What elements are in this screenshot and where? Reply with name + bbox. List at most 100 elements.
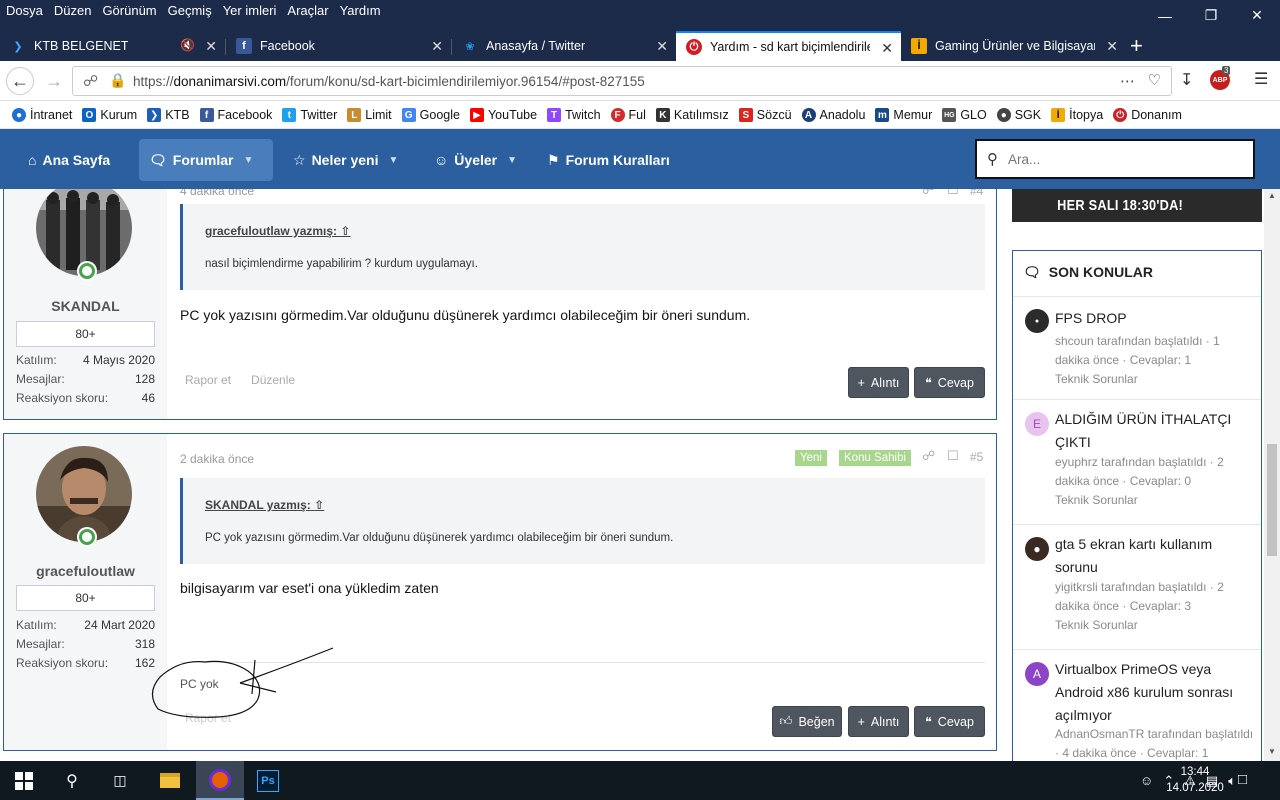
tab-label: Facebook (260, 39, 315, 53)
system-clock[interactable]: 13:44 14.07.2020 (1160, 764, 1230, 796)
notifications-icon[interactable]: □ (1238, 771, 1247, 788)
scrollbar-thumb[interactable] (1267, 444, 1277, 556)
bookmark-katilimsiz[interactable]: K Katılımsız (655, 108, 729, 122)
avatar[interactable]: ● (1025, 537, 1049, 561)
menu-file[interactable]: Dosya (6, 3, 43, 18)
shield-icon[interactable]: ☍ (83, 72, 98, 90)
bookmark-ful[interactable]: F Ful (610, 108, 646, 122)
firefox-icon[interactable] (196, 761, 244, 800)
taskbar: ⚲ ◫ Ps ☺ ⌃ ⚠ ▤ 🔈︎ 13:44 14.07.2020 □ (0, 761, 1280, 800)
close-tab-icon[interactable]: ✕ (1106, 38, 1118, 55)
mute-icon[interactable]: 🔇 (180, 38, 195, 52)
bookmark-limit[interactable]: L Limit (347, 108, 392, 122)
menu-help[interactable]: Yardım (340, 3, 381, 18)
nav-members[interactable]: ☺ Üyeler ▼ (424, 139, 527, 181)
promo-banner[interactable]: HER SALI 18:30'DA! (1012, 189, 1262, 222)
bookmark-sozcu[interactable]: S Sözcü (738, 108, 792, 122)
tab-active-forum[interactable]: ⏻ Yardım - sd kart biçimlendirilem ✕ (676, 31, 901, 61)
search-icon[interactable]: ⚲ (48, 761, 96, 800)
bookmark-twitter[interactable]: t Twitter (282, 108, 337, 122)
close-tab-icon[interactable]: ✕ (431, 38, 443, 55)
bookmark-memur[interactable]: m Memur (875, 108, 932, 122)
page-scrollbar[interactable]: ▲ ▼ (1264, 189, 1280, 761)
list-item[interactable]: ● gta 5 ekran kartı kullanım sorunu yigi… (1013, 524, 1261, 649)
url-bar[interactable]: ☍ 🔒 https://donanimarsivi.com/forum/konu… (72, 66, 1172, 96)
tab-itopya[interactable]: İ Gaming Ürünler ve Bilgisayar Bi ✕ (901, 31, 1126, 61)
bookmark-label: KTB (165, 108, 190, 122)
thread-title[interactable]: Virtualbox PrimeOS veya Android x86 kuru… (1055, 658, 1255, 727)
bookmark-label: İtopya (1069, 108, 1104, 122)
nav-home[interactable]: ⌂ Ana Sayfa (18, 139, 120, 181)
search-input[interactable]: ⚲ Ara... (975, 139, 1255, 179)
back-icon[interactable]: ← (6, 67, 34, 95)
photoshop-icon[interactable]: Ps (244, 761, 292, 800)
bookmark-ktb[interactable]: ❯ KTB (147, 108, 190, 122)
menu-history[interactable]: Geçmiş (168, 3, 212, 18)
list-item[interactable]: A Virtualbox PrimeOS veya Android x86 ku… (1013, 649, 1261, 761)
bookmark-donanim[interactable]: ⏻ Donanım (1113, 108, 1182, 122)
donanim-icon: ⏻ (1113, 108, 1128, 122)
site-navigation: ⌂ Ana Sayfa 🗨 Forumlar ▼ ☆ Neler yeni ▼ ☺ Üyel… (0, 129, 1280, 189)
avatar[interactable]: A (1025, 662, 1049, 686)
bookmark-sgk[interactable]: ● SGK (996, 108, 1041, 122)
new-tab-icon[interactable]: + (1130, 33, 1143, 59)
thread-title[interactable]: gta 5 ekran kartı kullanım sorunu (1055, 533, 1255, 579)
thread-meta: eyuphrz tarafından başlatıldı · 2 dakika… (1055, 455, 1224, 488)
bookmark-itopya[interactable]: İ İtopya (1051, 108, 1103, 122)
scroll-up-icon[interactable]: ▲ (1268, 191, 1276, 200)
thread-forum[interactable]: Teknik Sorunlar (1055, 616, 1257, 635)
bookmark-kurum[interactable]: O Kurum (82, 108, 137, 122)
forward-icon[interactable]: → (40, 67, 68, 95)
chevron-down-icon[interactable]: ▼ (507, 155, 517, 166)
katilimsiz-icon: K (655, 108, 670, 122)
windows-logo (15, 771, 33, 790)
chevron-down-icon[interactable]: ▼ (243, 155, 253, 166)
tag-icon: ⚑ (547, 151, 560, 168)
bookmark-google[interactable]: G Google (401, 108, 460, 122)
tab-twitter[interactable]: ❀ Anasayfa / Twitter ✕ (452, 31, 676, 61)
file-explorer-icon[interactable] (146, 761, 194, 800)
list-item[interactable]: ● FPS DROP shcoun tarafından başlatıldı … (1013, 296, 1261, 399)
thread-title[interactable]: FPS DROP (1055, 307, 1255, 330)
bookmark-twitch[interactable]: T Twitch (547, 108, 601, 122)
thread-forum[interactable]: Teknik Sorunlar (1055, 491, 1257, 510)
menu-bookmarks[interactable]: Yer imleri (223, 3, 277, 18)
close-tab-icon[interactable]: ✕ (205, 38, 217, 55)
people-icon[interactable]: ☺ (1140, 773, 1153, 788)
windows-start-icon[interactable] (0, 761, 48, 800)
menu-edit[interactable]: Düzen (54, 3, 92, 18)
bookmark-facebook[interactable]: f Facebook (199, 108, 272, 122)
list-item[interactable]: E ALDIĞIM ÜRÜN İTHALATÇI ÇIKTI eyuphrz t… (1013, 399, 1261, 524)
nav-forum-rules[interactable]: ⚑ Forum Kuralları (537, 139, 680, 181)
pocket-icon[interactable]: ♡ (1148, 71, 1161, 89)
task-view-icon[interactable]: ◫ (96, 761, 144, 800)
nav-forums[interactable]: 🗨 Forumlar ▼ (139, 139, 273, 181)
maximize-button[interactable]: ❐ (1188, 0, 1234, 31)
close-tab-icon[interactable]: ✕ (656, 38, 668, 55)
close-window-button[interactable]: ✕ (1234, 0, 1280, 31)
thread-title[interactable]: ALDIĞIM ÜRÜN İTHALATÇI ÇIKTI (1055, 408, 1255, 454)
ktb-icon: ❯ (147, 108, 162, 122)
menu-tools[interactable]: Araçlar (287, 3, 328, 18)
bookmark-label: Sözcü (756, 108, 792, 122)
download-icon[interactable]: ↧ (1180, 70, 1193, 90)
chevron-down-icon[interactable]: ▼ (389, 155, 399, 166)
bookmark-glo[interactable]: HG GLO (942, 108, 987, 122)
menu-view[interactable]: Görünüm (102, 3, 156, 18)
scroll-down-icon[interactable]: ▼ (1268, 747, 1276, 756)
hamburger-menu-icon[interactable]: ☰ (1254, 69, 1268, 89)
url-text[interactable]: https://donanimarsivi.com/forum/konu/sd-… (133, 74, 645, 89)
page-actions-icon[interactable]: ⋯ (1120, 72, 1135, 90)
tab-ktb-belgenet[interactable]: ❯ KTB BELGENET 🔇 ✕ (0, 31, 225, 61)
thread-forum[interactable]: Teknik Sorunlar (1055, 370, 1257, 389)
tab-facebook[interactable]: f Facebook ✕ (226, 31, 451, 61)
avatar[interactable]: E (1025, 412, 1049, 436)
bookmark-intranet[interactable]: ● İntranet (12, 108, 72, 122)
bookmark-youtube[interactable]: ▶ YouTube (469, 108, 537, 122)
minimize-button[interactable]: — (1142, 0, 1188, 31)
avatar[interactable]: ● (1025, 309, 1049, 333)
nav-whats-new[interactable]: ☆ Neler yeni ▼ (283, 139, 408, 181)
bookmark-anadolu[interactable]: A Anadolu (801, 108, 865, 122)
lock-icon[interactable]: 🔒 (109, 72, 126, 89)
close-tab-icon[interactable]: ✕ (881, 40, 893, 57)
